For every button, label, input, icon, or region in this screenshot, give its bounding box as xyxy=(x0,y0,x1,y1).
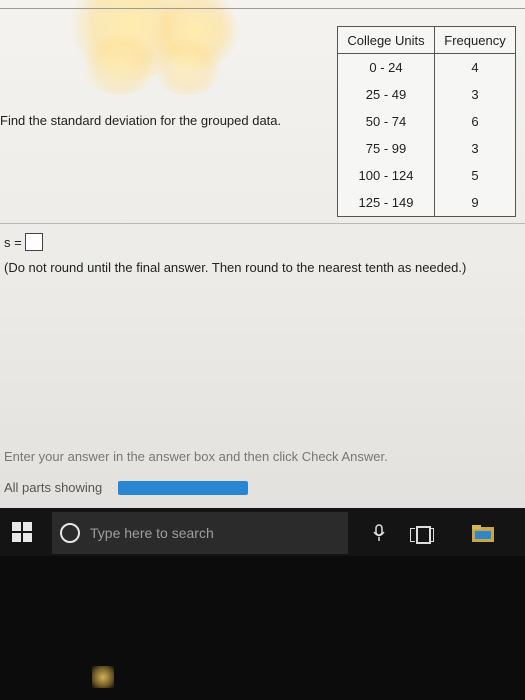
column-header-college-units: College Units xyxy=(337,26,435,54)
progress-bar xyxy=(118,480,249,495)
screen-glare-decoration xyxy=(150,40,225,95)
answer-input-box[interactable] xyxy=(24,233,43,251)
table-row: 0 - 24 4 xyxy=(337,53,516,81)
windows-start-icon[interactable] xyxy=(12,522,32,542)
answer-row: s = xyxy=(4,233,43,251)
table-header-row: College Units Frequency xyxy=(337,26,516,54)
microphone-icon[interactable] xyxy=(372,524,386,542)
search-circle-icon xyxy=(60,523,80,543)
progress-bar-fill xyxy=(118,480,249,495)
windows-taskbar: Type here to search xyxy=(0,508,525,556)
units-cell: 100 - 124 xyxy=(337,162,435,189)
browser-content-area: Find the standard deviation for the grou… xyxy=(0,0,525,508)
units-cell: 0 - 24 xyxy=(337,53,435,81)
units-cell: 50 - 74 xyxy=(337,108,435,135)
frequency-cell: 9 xyxy=(434,189,516,217)
units-cell: 25 - 49 xyxy=(337,81,435,108)
bezel-indicator-light xyxy=(92,666,114,688)
check-answer-hint: Enter your answer in the answer box and … xyxy=(4,449,388,464)
task-view-icon[interactable] xyxy=(410,526,434,544)
table-row: 125 - 149 9 xyxy=(337,189,516,217)
file-explorer-icon[interactable] xyxy=(472,525,494,542)
units-cell: 75 - 99 xyxy=(337,135,435,162)
frequency-cell: 3 xyxy=(434,81,516,108)
rounding-instruction: (Do not round until the final answer. Th… xyxy=(4,260,467,275)
taskbar-search-box[interactable]: Type here to search xyxy=(52,512,348,554)
all-parts-showing-label: All parts showing xyxy=(4,480,103,495)
frequency-cell: 4 xyxy=(434,53,516,81)
table-row: 25 - 49 3 xyxy=(337,81,516,108)
answer-label: s = xyxy=(4,234,22,250)
start-tile xyxy=(12,533,21,542)
section-divider xyxy=(0,223,525,224)
units-cell: 125 - 149 xyxy=(337,189,435,217)
table-row: 100 - 124 5 xyxy=(337,162,516,189)
question-prompt: Find the standard deviation for the grou… xyxy=(0,113,282,128)
parts-status-row: All parts showing xyxy=(4,480,249,495)
search-placeholder: Type here to search xyxy=(90,525,214,541)
grouped-data-table: College Units Frequency 0 - 24 4 25 - 49… xyxy=(337,26,516,217)
table-row: 75 - 99 3 xyxy=(337,135,516,162)
frequency-cell: 6 xyxy=(434,108,516,135)
start-tile xyxy=(12,522,21,531)
start-tile xyxy=(23,522,32,531)
screen-glare-decoration xyxy=(80,35,160,95)
top-divider xyxy=(0,8,525,9)
column-header-frequency: Frequency xyxy=(434,26,516,54)
frequency-cell: 3 xyxy=(434,135,516,162)
start-tile xyxy=(23,533,32,542)
frequency-cell: 5 xyxy=(434,162,516,189)
table-row: 50 - 74 6 xyxy=(337,108,516,135)
